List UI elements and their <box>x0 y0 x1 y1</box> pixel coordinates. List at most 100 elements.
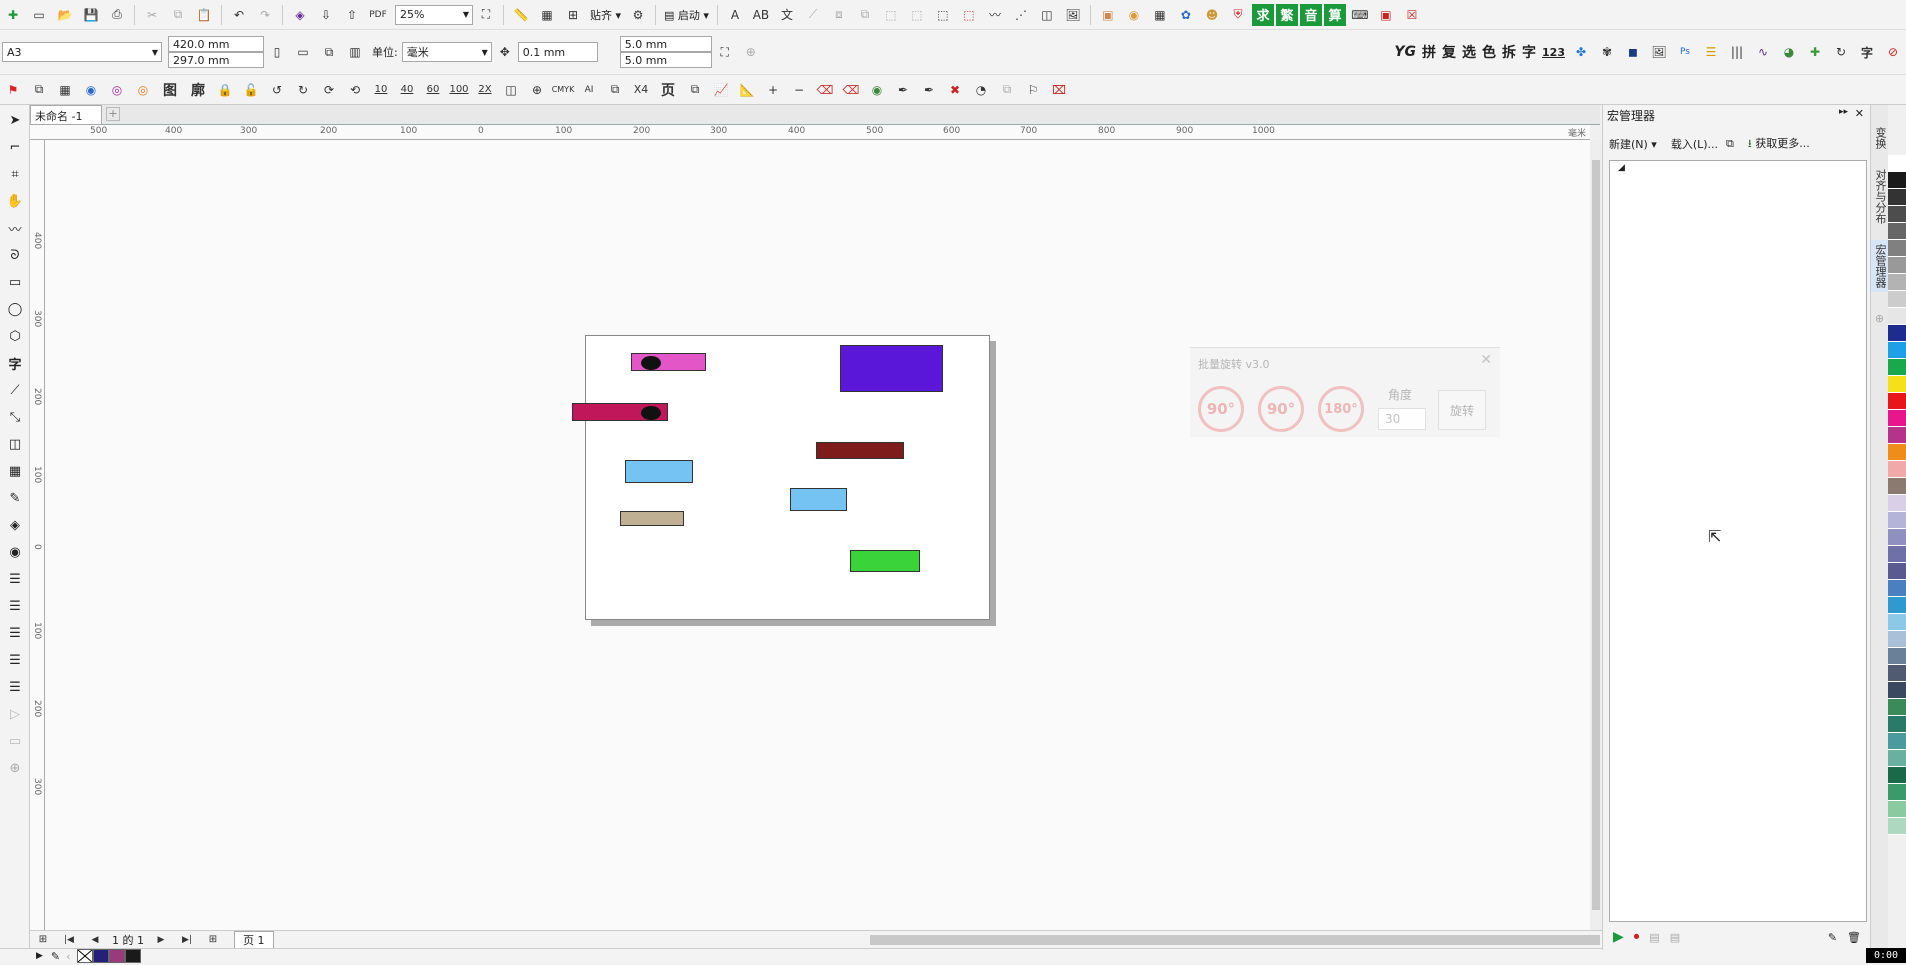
ellipse-marker[interactable] <box>641 406 661 420</box>
copy-macro-icon[interactable]: ⧉ <box>1726 137 1734 151</box>
palette-swatch[interactable] <box>1888 461 1906 478</box>
close-icon[interactable]: ✕ <box>1480 352 1492 368</box>
edit-macro-icon[interactable]: ✎ <box>1828 931 1837 944</box>
palette-swatch[interactable] <box>1888 376 1906 393</box>
all-pages-icon[interactable]: ⧉ <box>318 41 340 63</box>
ellipse-marker[interactable] <box>641 356 661 370</box>
barcode-icon[interactable]: ||| <box>1726 41 1748 63</box>
tab-transform[interactable]: 变换 <box>1871 123 1889 153</box>
split-icon[interactable]: ◫ <box>500 79 522 101</box>
palette-swatch[interactable] <box>1888 614 1906 631</box>
new-tab-icon[interactable]: + <box>106 107 120 121</box>
status-swatch-1[interactable] <box>92 949 109 963</box>
curve-icon[interactable]: 〰 <box>984 4 1006 26</box>
lock-icon[interactable]: 🔒 <box>214 79 236 101</box>
scroll-thumb[interactable] <box>1592 160 1600 910</box>
delete-macro-icon[interactable]: 🗑 <box>1847 931 1861 944</box>
eraser-2-icon[interactable]: ⌫ <box>840 79 862 101</box>
palette-swatch[interactable] <box>1888 359 1906 376</box>
text-tool-icon[interactable]: 字 <box>3 351 27 375</box>
forbid-icon[interactable]: ⊘ <box>1882 41 1904 63</box>
page-tab[interactable]: 页 1 <box>234 930 274 949</box>
portrait-icon[interactable]: ▯ <box>266 41 288 63</box>
pause-macro-icon[interactable]: ▤ <box>1649 931 1659 944</box>
rotate-ccw-button[interactable]: 90° <box>1198 386 1244 432</box>
palette-swatch[interactable] <box>1888 750 1906 767</box>
plugin-button-3[interactable]: 算 <box>1323 3 1346 26</box>
calendar-icon[interactable]: ▦ <box>54 79 76 101</box>
shield-icon[interactable]: ⛨ <box>1227 4 1249 26</box>
drawing-canvas[interactable]: 批量旋转 v3.0 ✕ 90° 90° 180° 角度 30 旋转 <box>45 140 1590 930</box>
dimension-tool-icon[interactable]: ⟋ <box>3 378 27 402</box>
stop-disabled-icon[interactable]: ▭ <box>3 729 27 753</box>
text-convert-icon[interactable]: 文 <box>776 4 798 26</box>
photoshop-icon[interactable]: ◼ <box>1622 41 1644 63</box>
delete-obj-icon[interactable]: ⌧ <box>1048 79 1070 101</box>
page-size-dropdown[interactable]: A3 ▼ <box>2 42 162 62</box>
status-swatch-0[interactable] <box>76 949 93 963</box>
canvas-rectangle[interactable] <box>631 353 706 371</box>
cut-circle-icon[interactable]: ◉ <box>866 79 888 101</box>
badge-blue-icon[interactable]: ◉ <box>80 79 102 101</box>
play-disabled-icon[interactable]: ▷ <box>3 702 27 726</box>
expand-triangle-icon[interactable]: ◢ <box>1618 163 1625 173</box>
print-icon[interactable]: ⎙ <box>106 4 128 26</box>
chevron-left-icon[interactable]: ‹ <box>66 950 70 963</box>
corel-icon[interactable]: ◈ <box>289 4 311 26</box>
transparency-tool-icon[interactable]: ▦ <box>3 459 27 483</box>
fill-tool-icon[interactable]: ◈ <box>3 513 27 537</box>
text-frame-icon[interactable]: A <box>724 4 746 26</box>
flower-icon[interactable]: ✾ <box>1596 41 1618 63</box>
number-button-3[interactable]: 100 <box>448 79 470 101</box>
vertical-ruler[interactable]: 400 300 200 100 0 100 200 300 <box>30 140 45 930</box>
chrome-icon[interactable]: ◉ <box>1123 4 1145 26</box>
page-height-field[interactable]: 297.0 mm <box>168 52 264 68</box>
align-right-icon[interactable]: ☰ <box>3 621 27 645</box>
current-page-icon[interactable]: ▥ <box>344 41 366 63</box>
keyboard-icon[interactable]: ⌨ <box>1349 4 1371 26</box>
launch-dropdown[interactable]: ▤ 启动 ▾ <box>664 7 709 23</box>
palette-swatch[interactable] <box>1888 767 1906 784</box>
palette-swatch[interactable] <box>1888 665 1906 682</box>
minus-icon[interactable]: − <box>788 79 810 101</box>
chart-icon[interactable]: 📈 <box>710 79 732 101</box>
new-macro-button[interactable]: 新建(N) ▾ <box>1609 136 1657 152</box>
duplicate-page-icon[interactable]: ⧉ <box>28 79 50 101</box>
text-icon[interactable]: 字 <box>1856 41 1878 63</box>
palette-swatch[interactable] <box>1888 563 1906 580</box>
crop-tool-icon[interactable]: ⌗ <box>3 162 27 186</box>
image-frame-icon[interactable]: 🖼 <box>1648 41 1670 63</box>
horizontal-ruler[interactable]: 500 400 300 200 100 0 100 200 300 400 500 600 700 800… <box>30 125 1590 140</box>
full-screen-icon[interactable]: ⛶ <box>475 4 497 26</box>
polygon-tool-icon[interactable]: ⬡ <box>3 324 27 348</box>
pen-icon[interactable]: ✒ <box>892 79 914 101</box>
badge-purple-icon[interactable]: ◎ <box>106 79 128 101</box>
cjk-button-6[interactable]: 123 <box>1542 46 1565 59</box>
shadow-tool-icon[interactable]: ◫ <box>3 432 27 456</box>
docker-expand-icon[interactable]: ▸▸ <box>1839 107 1848 117</box>
canvas-rectangle[interactable] <box>840 345 943 392</box>
rotate-gear-icon[interactable]: ⟲ <box>344 79 366 101</box>
palette-swatch[interactable] <box>1888 393 1906 410</box>
palette-swatch[interactable] <box>1888 410 1906 427</box>
fill-arrow-icon[interactable]: ▶ <box>36 951 43 961</box>
group-icon[interactable]: ⧈ <box>828 4 850 26</box>
horizontal-scrollbar[interactable] <box>870 935 1600 945</box>
pages-icon[interactable]: ⧉ <box>604 79 626 101</box>
ruler-icon[interactable]: 📐 <box>736 79 758 101</box>
puzzle-icon[interactable]: ✚ <box>1804 41 1826 63</box>
ellipse-tool-icon[interactable]: ◯ <box>3 297 27 321</box>
ungroup-icon[interactable]: ⧉ <box>854 4 876 26</box>
palette-swatch[interactable] <box>1888 206 1906 223</box>
number-button-5[interactable]: X4 <box>630 79 652 101</box>
clock-icon[interactable]: ◔ <box>970 79 992 101</box>
brand-icon[interactable]: ⚑ <box>2 79 24 101</box>
cjk-button-5[interactable]: 字 <box>1522 42 1536 62</box>
palette-swatch[interactable] <box>1888 648 1906 665</box>
target-icon[interactable]: ⊕ <box>526 79 548 101</box>
duplicate-x-field[interactable]: 5.0 mm <box>619 36 712 52</box>
rotate-button[interactable]: 旋转 <box>1438 390 1486 430</box>
pen-2-icon[interactable]: ✒ <box>918 79 940 101</box>
record-macro-icon[interactable]: ⏺ <box>1634 930 1640 944</box>
tab-align-distribute[interactable]: 对齐与分布 <box>1871 165 1889 228</box>
